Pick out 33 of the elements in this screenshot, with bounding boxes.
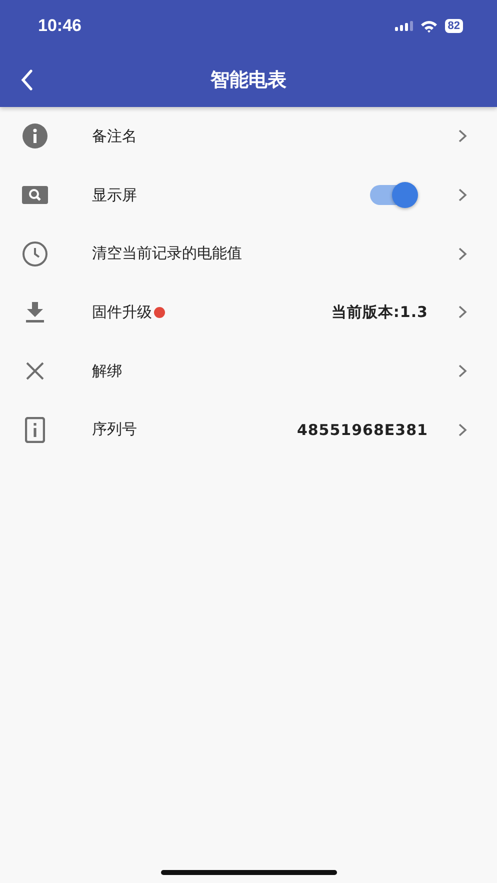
battery-level: 82 bbox=[444, 19, 463, 33]
chevron-right-icon bbox=[458, 188, 467, 202]
device-info-icon bbox=[25, 416, 45, 443]
chevron-right-icon bbox=[458, 364, 467, 378]
row-label: 备注名 bbox=[92, 126, 137, 146]
clock-icon bbox=[22, 240, 48, 267]
status-time: 10:46 bbox=[38, 16, 82, 36]
row-label: 固件升级 bbox=[92, 302, 152, 322]
chevron-right-icon bbox=[458, 305, 467, 320]
settings-row[interactable]: 显示屏 bbox=[0, 166, 497, 224]
signal-icon bbox=[394, 20, 413, 32]
chevron-right-icon bbox=[458, 246, 467, 261]
settings-row[interactable]: 清空当前记录的电能值 bbox=[0, 224, 497, 284]
info-icon bbox=[22, 123, 48, 150]
download-icon bbox=[25, 301, 45, 324]
close-icon bbox=[25, 361, 45, 382]
row-value: 当前版本:1.3 bbox=[331, 302, 428, 322]
settings-row[interactable]: 解绑 bbox=[0, 342, 497, 400]
wifi-icon bbox=[420, 20, 438, 32]
settings-row[interactable]: 备注名 bbox=[0, 107, 497, 166]
chevron-right-icon bbox=[458, 129, 467, 144]
settings-row[interactable]: 序列号 48551968E381 bbox=[0, 400, 497, 460]
row-label: 显示屏 bbox=[92, 186, 137, 205]
page-title: 智能电表 bbox=[210, 68, 286, 92]
row-label: 解绑 bbox=[92, 362, 122, 381]
settings-row[interactable]: 固件升级 当前版本:1.3 bbox=[0, 283, 497, 342]
chevron-right-icon bbox=[458, 422, 467, 437]
back-icon[interactable] bbox=[20, 69, 34, 91]
row-label: 序列号 bbox=[92, 420, 137, 440]
row-label: 清空当前记录的电能值 bbox=[92, 244, 242, 264]
search-icon bbox=[22, 186, 48, 204]
row-value: 48551968E381 bbox=[296, 420, 428, 439]
display-toggle[interactable] bbox=[370, 185, 416, 206]
